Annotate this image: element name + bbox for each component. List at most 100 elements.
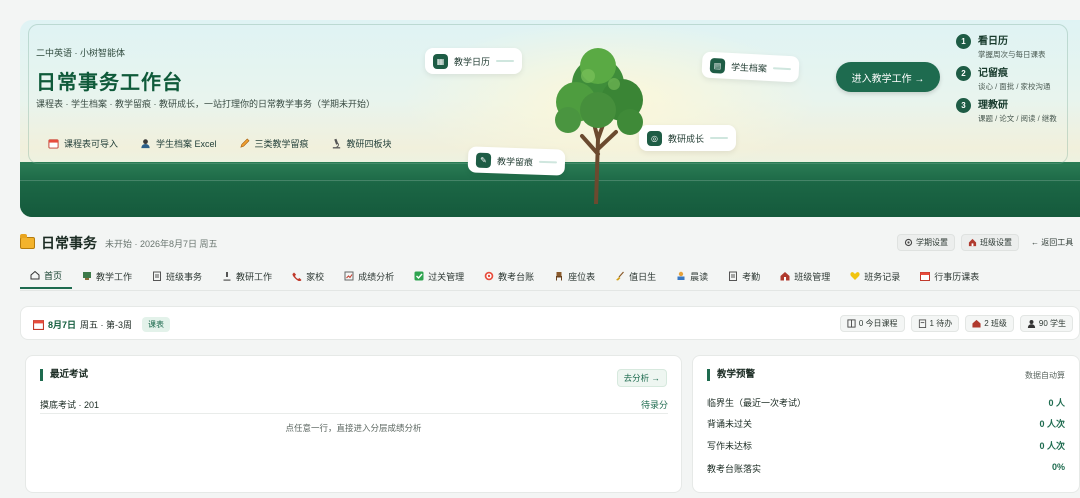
school-icon [780, 272, 790, 281]
tab-class-affairs[interactable]: 班级事务 [142, 263, 212, 289]
home-icon [30, 270, 40, 280]
current-date: 8月7日 [48, 320, 77, 330]
list-item[interactable]: 背诵未过关 0 人次 [707, 415, 1065, 435]
tab-label: 值日生 [629, 271, 657, 282]
step-sub: 谈心 / 面批 / 家校沟通 [978, 82, 1051, 91]
feature-research: 教研四板块 [329, 137, 394, 150]
chip-teaching-calendar[interactable]: ▦ 教学日历 [425, 48, 523, 74]
chip-student-archive[interactable]: ▤ 学生档案 [701, 51, 800, 83]
tab-class-management[interactable]: 班级管理 [770, 263, 840, 289]
feature-label: 三类教学留痕 [254, 139, 309, 149]
heart-icon [850, 272, 860, 280]
tab-label: 成绩分析 [358, 271, 395, 282]
tab-teaching-work[interactable]: 教学工作 [72, 263, 142, 289]
gear-icon [904, 238, 913, 247]
tab-calendar-schedule[interactable]: 行事历课表 [910, 263, 989, 289]
enter-teaching-button[interactable]: 进入教学工作 → [836, 62, 940, 92]
chip-label: 教研成长 [668, 133, 705, 144]
step-sub: 掌握周次与每日课表 [978, 50, 1046, 59]
stat-today-courses[interactable]: 0 今日课程 [839, 315, 905, 332]
step-title: 理教研 [978, 100, 1008, 111]
date-bar: 8月7日 周五 · 第-3周 课表 0 今日课程 1 待办 2 班级 90 学生 [20, 306, 1080, 340]
chip-line [496, 60, 515, 62]
step-number: 3 [956, 98, 971, 113]
class-settings-button[interactable]: 班级设置 [961, 234, 1019, 251]
chip-line [710, 137, 729, 139]
list-item[interactable]: 教考台账落实 0% [707, 460, 1065, 480]
note-icon: ✎ [475, 152, 492, 168]
current-week: 周五 · 第-3周 [80, 320, 133, 330]
table-row[interactable]: 摸底考试 · 201 待录分 [40, 398, 668, 414]
list-item[interactable]: 写作未达标 0 人次 [707, 437, 1065, 457]
school-icon [968, 238, 977, 247]
page-title: 日常事务 [41, 235, 97, 251]
tab-home-school[interactable]: 家校 [282, 263, 334, 289]
teacher-icon [83, 272, 92, 280]
card-title: 最近考试 [40, 369, 88, 381]
school-icon [972, 319, 981, 328]
list-item[interactable]: 临界生（最近一次考试） 0 人 [707, 394, 1065, 414]
stat-todo[interactable]: 1 待办 [910, 315, 960, 332]
page-subtitle: 未开始 · 2026年8月7日 周五 [105, 238, 218, 249]
hero-steps: 1 看日历 掌握周次与每日课表 2 记留痕 谈心 / 面批 / 家校沟通 3 理… [956, 32, 1057, 128]
tab-label: 班级管理 [794, 271, 831, 282]
header-actions: 学期设置 班级设置 ← 返回工具 [897, 234, 1079, 251]
tab-morning-reading[interactable]: 晨读 [666, 263, 718, 289]
exam-name: 摸底考试 · 201 [40, 400, 100, 410]
chart-icon [344, 271, 354, 281]
teaching-alerts-card: 教学预警 数据自动算 临界生（最近一次考试） 0 人 背诵未过关 0 人次 写作… [692, 355, 1080, 493]
tab-score-analysis[interactable]: 成绩分析 [334, 263, 404, 289]
tab-seating-chart[interactable]: 座位表 [544, 263, 605, 289]
stat-students[interactable]: 90 学生 [1019, 315, 1073, 332]
stat-label: 1 待办 [929, 319, 953, 328]
alert-label: 教考台账落实 [707, 464, 762, 474]
tab-label: 教学工作 [96, 271, 133, 282]
folder-icon: ▤ [709, 57, 726, 74]
tab-duty-students[interactable]: 值日生 [605, 263, 666, 289]
tab-label: 过关管理 [428, 271, 465, 282]
term-settings-button[interactable]: 学期设置 [897, 234, 955, 251]
pencil-icon [239, 138, 250, 148]
stat-label: 90 学生 [1038, 319, 1066, 328]
stat-classes[interactable]: 2 班级 [965, 315, 1014, 332]
nav-divider [20, 290, 1080, 291]
card-title: 教学预警 [707, 369, 755, 381]
tab-label: 班级事务 [166, 271, 203, 282]
calendar-icon [33, 320, 44, 330]
tab-class-records[interactable]: 班务记录 [840, 263, 910, 289]
book-icon [847, 319, 856, 328]
hero-banner: 二中英语 · 小树智能体 日常事务工作台 课程表 · 学生档案 · 教学留痕 ·… [20, 20, 1080, 217]
timetable-tag[interactable]: 课表 [142, 317, 171, 332]
chip-label: 学生档案 [730, 61, 768, 74]
microscope-icon [223, 272, 231, 281]
hero-features: 课程表可导入 学生档案 Excel 三类教学留痕 教研四板块 [46, 137, 394, 150]
exams-hint: 点任意一行，直接进入分层成绩分析 [285, 423, 422, 433]
step-title: 看日历 [978, 36, 1008, 47]
feature-traces: 三类教学留痕 [237, 137, 311, 150]
phone-icon [292, 272, 302, 281]
feature-label: 学生档案 Excel [156, 139, 217, 149]
hero-eyebrow: 二中英语 · 小树智能体 [36, 48, 125, 58]
feature-label: 课程表可导入 [64, 139, 119, 149]
tab-pass-management[interactable]: 过关管理 [404, 263, 474, 289]
tab-label: 教研工作 [236, 271, 273, 282]
tree-illustration [555, 48, 643, 204]
alert-label: 临界生（最近一次考试） [707, 398, 807, 408]
step-2: 2 记留痕 谈心 / 面批 / 家校沟通 [956, 64, 1057, 96]
go-analyze-button[interactable]: 去分析 → [616, 369, 667, 387]
tab-teaching-ledger[interactable]: 教考台账 [474, 263, 544, 289]
auto-calc-note: 数据自动算 [1025, 371, 1065, 380]
tab-label: 考勤 [742, 271, 761, 282]
tab-attendance[interactable]: 考勤 [718, 263, 770, 289]
back-to-tools-link[interactable]: ← 返回工具 [1025, 234, 1079, 251]
calendar-icon [920, 272, 931, 281]
feature-archive: 学生档案 Excel [138, 137, 219, 150]
feature-timetable: 课程表可导入 [46, 137, 120, 150]
tab-label: 晨读 [690, 271, 709, 282]
alert-label: 写作未达标 [707, 441, 753, 451]
chair-icon [556, 272, 563, 281]
tab-home[interactable]: 首页 [20, 263, 73, 289]
calendar-icon [48, 139, 59, 149]
tab-research-work[interactable]: 教研工作 [212, 263, 282, 289]
step-number: 2 [956, 66, 971, 81]
